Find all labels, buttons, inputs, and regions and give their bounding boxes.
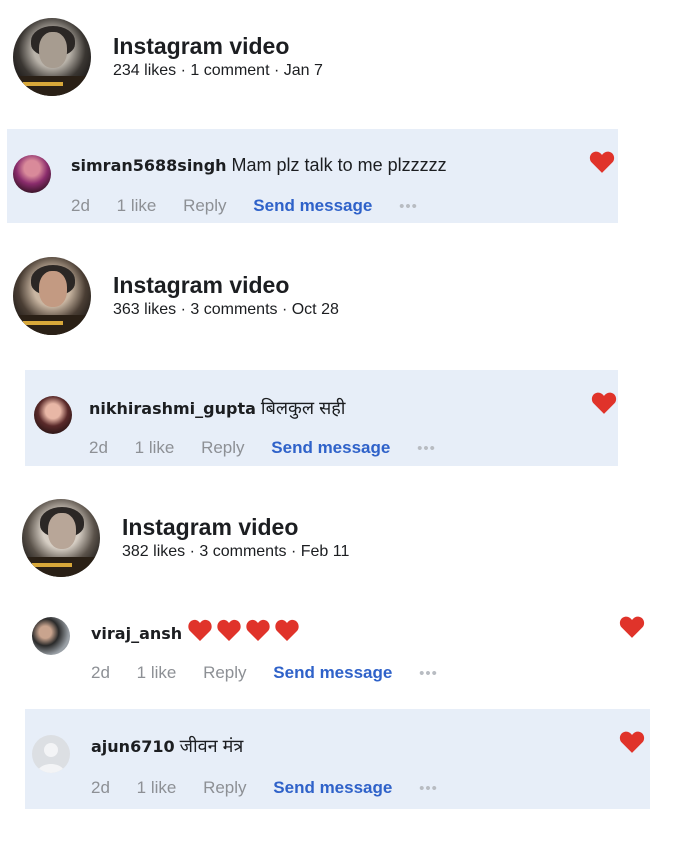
comment-time: 2d	[91, 663, 110, 682]
comment-item: viraj_ansh 2d 1 like Reply Send message …	[25, 600, 650, 696]
commenter-avatar[interactable]	[34, 396, 72, 434]
reply-button[interactable]: Reply	[201, 438, 244, 457]
comment-line: nikhirashmi_gupta बिलकुल सही	[89, 396, 345, 421]
comment-item: ajun6710 जीवन मंत्र 2d 1 like Reply Send…	[25, 709, 650, 809]
comment-likes[interactable]: 1 like	[137, 663, 177, 682]
post-header: Instagram video 234 likes · 1 comment · …	[13, 18, 323, 96]
comment-line: ajun6710 जीवन मंत्र	[91, 734, 243, 759]
heart-icon[interactable]	[589, 150, 615, 174]
heart-icon[interactable]	[619, 730, 645, 754]
more-icon[interactable]: •••	[399, 198, 418, 215]
more-icon[interactable]: •••	[417, 440, 436, 457]
send-message-button[interactable]: Send message	[273, 778, 392, 797]
comment-time: 2d	[71, 196, 90, 215]
comment-item: simran5688singh Mam plz talk to me plzzz…	[7, 129, 618, 223]
comment-actions: 2d 1 like Reply Send message •••	[91, 662, 460, 685]
heart-emoji-icon	[188, 619, 299, 641]
heart-icon[interactable]	[619, 615, 645, 639]
comment-likes[interactable]: 1 like	[137, 778, 177, 797]
thumbnail-banner	[22, 557, 100, 577]
comment-username[interactable]: nikhirashmi_gupta	[89, 399, 256, 418]
post-title[interactable]: Instagram video	[113, 32, 323, 60]
post-meta: 234 likes · 1 comment · Jan 7	[113, 62, 323, 79]
commenter-avatar[interactable]	[32, 617, 70, 655]
comment-text: जीवन मंत्र	[179, 736, 244, 756]
post-info: Instagram video 382 likes · 3 comments ·…	[122, 513, 349, 563]
comment-time: 2d	[89, 438, 108, 457]
commenter-avatar[interactable]	[13, 155, 51, 193]
post-header: Instagram video 382 likes · 3 comments ·…	[22, 499, 349, 577]
comment-text: बिलकुल सही	[260, 398, 346, 418]
thumbnail-face	[48, 513, 76, 549]
thumbnail-banner	[13, 76, 91, 96]
post-meta: 382 likes · 3 comments · Feb 11	[122, 543, 350, 560]
thumbnail-banner	[13, 315, 91, 335]
send-message-button[interactable]: Send message	[273, 663, 392, 682]
comment-line: viraj_ansh	[91, 617, 301, 646]
post-thumbnail[interactable]	[13, 18, 91, 96]
person-silhouette-icon	[37, 743, 65, 773]
comment-line: simran5688singh Mam plz talk to me plzzz…	[71, 153, 447, 178]
more-icon[interactable]: •••	[419, 665, 438, 682]
comment-username[interactable]: viraj_ansh	[91, 624, 182, 643]
reply-button[interactable]: Reply	[203, 663, 246, 682]
post-header: Instagram video 363 likes · 3 comments ·…	[13, 257, 339, 335]
post-thumbnail[interactable]	[13, 257, 91, 335]
post-info: Instagram video 363 likes · 3 comments ·…	[113, 271, 339, 321]
thumbnail-face	[39, 32, 67, 68]
comment-username[interactable]: ajun6710	[91, 737, 175, 756]
comment-actions: 2d 1 like Reply Send message •••	[91, 777, 460, 800]
reply-button[interactable]: Reply	[183, 196, 226, 215]
post-info: Instagram video 234 likes · 1 comment · …	[113, 32, 323, 82]
thumbnail-face	[39, 271, 67, 307]
comment-item: nikhirashmi_gupta बिलकुल सही 2d 1 like R…	[25, 370, 618, 466]
comment-likes[interactable]: 1 like	[135, 438, 175, 457]
comment-username[interactable]: simran5688singh	[71, 156, 227, 175]
send-message-button[interactable]: Send message	[271, 438, 390, 457]
comment-text: Mam plz talk to me plzzzzz	[231, 155, 447, 175]
post-title[interactable]: Instagram video	[113, 271, 339, 299]
post-thumbnail[interactable]	[22, 499, 100, 577]
post-title[interactable]: Instagram video	[122, 513, 349, 541]
comment-actions: 2d 1 like Reply Send message •••	[89, 437, 458, 460]
more-icon[interactable]: •••	[419, 780, 438, 797]
send-message-button[interactable]: Send message	[253, 196, 372, 215]
comment-likes[interactable]: 1 like	[117, 196, 157, 215]
comment-time: 2d	[91, 778, 110, 797]
comment-actions: 2d 1 like Reply Send message •••	[71, 195, 440, 218]
heart-icon[interactable]	[591, 391, 617, 415]
default-avatar-icon[interactable]	[32, 735, 70, 773]
post-meta: 363 likes · 3 comments · Oct 28	[113, 301, 339, 318]
reply-button[interactable]: Reply	[203, 778, 246, 797]
